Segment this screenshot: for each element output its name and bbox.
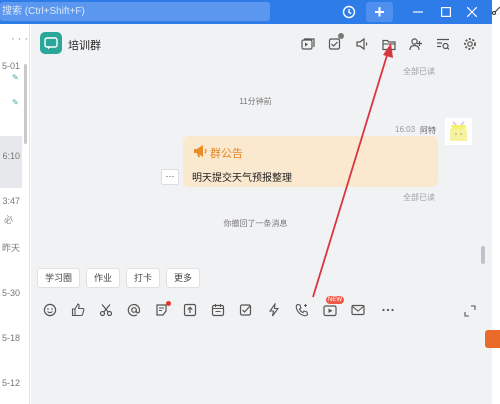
input-toolbar: NEW (31, 296, 492, 321)
conversation-time: 5-01 (1, 61, 20, 71)
more-icon[interactable] (379, 301, 397, 319)
quick-action-more[interactable]: 更多 (166, 268, 201, 288)
conversation-time: 3:47 (2, 196, 20, 206)
avatar[interactable] (445, 118, 472, 145)
close-icon[interactable] (462, 2, 482, 22)
history-icon[interactable] (339, 2, 359, 22)
scissors-icon[interactable] (97, 301, 115, 319)
conversation-time: 6:10 (2, 151, 20, 161)
title-bar: 搜索 (Ctrl+Shift+F) + (0, 0, 492, 24)
search-history-icon[interactable] (434, 35, 452, 53)
chat-header: 培训群 (31, 24, 492, 64)
conversation-time: 5-18 (1, 333, 20, 343)
notice-body: 明天提交天气预报整理 (192, 173, 292, 184)
conversation-item-selected[interactable] (0, 136, 22, 188)
checkbox-icon[interactable] (237, 301, 255, 319)
screen-share-icon[interactable] (299, 35, 317, 53)
voice-call-icon[interactable] (293, 301, 311, 319)
conversation-list: · · · 5-01 ✎ ✎ 6:10 3:47 必 昨天 5-30 5-18 … (0, 24, 30, 404)
announcement-icon[interactable] (353, 35, 371, 53)
message-scrollbar[interactable] (481, 246, 485, 264)
message-more-button[interactable]: ··· (161, 169, 179, 185)
add-member-icon[interactable] (407, 35, 425, 53)
sticky-note-icon[interactable] (153, 301, 171, 319)
mail-icon[interactable] (349, 301, 367, 319)
settings-icon[interactable] (461, 35, 479, 53)
folder-icon[interactable] (380, 35, 398, 53)
chat-window: 培训群 全部已读 11分钟前 16:03 阿特 群公告 明天提交天气预报整理 ·… (31, 24, 492, 404)
read-status: 全部已读 (403, 67, 435, 76)
message-sender-name: 阿特 (420, 126, 436, 135)
quick-actions: 学习圈 作业 打卡 更多 (37, 268, 201, 288)
calendar-icon[interactable] (209, 301, 227, 319)
video-icon[interactable]: NEW (321, 296, 344, 319)
conversation-time: 5-12 (1, 378, 20, 388)
minimize-icon[interactable] (408, 2, 428, 22)
quick-action-homework[interactable]: 作业 (86, 268, 121, 288)
notice-title: 群公告 (210, 148, 243, 160)
external-window-edge (492, 0, 500, 24)
scissors-icon (492, 6, 500, 15)
quick-action-check-in[interactable]: 打卡 (126, 268, 161, 288)
group-name[interactable]: 培训群 (68, 37, 101, 53)
message-input[interactable] (31, 329, 492, 404)
read-status: 全部已读 (403, 193, 435, 202)
message-time: 16:03 (395, 125, 416, 134)
conversation-preview-glyph: 必 (4, 215, 14, 225)
global-search-input[interactable]: 搜索 (Ctrl+Shift+F) (0, 2, 270, 21)
group-avatar[interactable] (40, 32, 62, 54)
conversation-time: 5-30 (1, 288, 20, 298)
conversation-indicator-icon: ✎ (12, 73, 19, 82)
expand-input-icon[interactable] (464, 305, 476, 317)
message-area: 全部已读 11分钟前 16:03 阿特 群公告 明天提交天气预报整理 ··· 全… (31, 64, 492, 284)
task-icon[interactable] (326, 33, 344, 53)
create-button[interactable]: + (366, 2, 393, 22)
quick-action-study-circle[interactable]: 学习圈 (37, 268, 81, 288)
mention-icon[interactable] (125, 301, 143, 319)
recall-notice: 你撤回了一条消息 (223, 219, 288, 228)
lightning-icon[interactable] (265, 301, 283, 319)
new-badge: NEW (326, 296, 344, 304)
megaphone-icon (194, 145, 207, 157)
conversation-time: 昨天 (1, 243, 20, 253)
conversation-menu-icon[interactable]: · · · (11, 33, 28, 45)
like-icon[interactable] (69, 301, 87, 319)
conversation-scrollbar[interactable] (24, 64, 27, 144)
group-notice-message[interactable]: 群公告 明天提交天气预报整理 (183, 136, 438, 187)
conversation-indicator-icon: ✎ (12, 98, 19, 107)
watermark-logo (485, 330, 500, 348)
task-badge (338, 33, 344, 39)
notification-dot (166, 301, 171, 306)
upload-file-icon[interactable] (181, 301, 199, 319)
emoji-icon[interactable] (41, 301, 59, 319)
maximize-icon[interactable] (436, 2, 456, 22)
time-separator: 11分钟前 (239, 97, 272, 106)
